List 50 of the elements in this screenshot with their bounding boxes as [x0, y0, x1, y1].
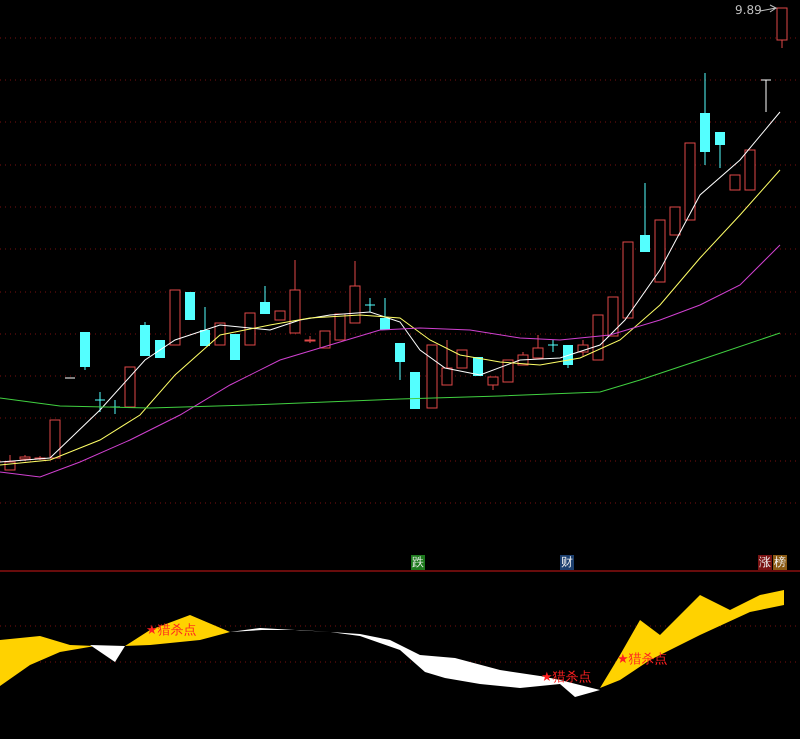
candlestick	[380, 298, 390, 330]
candlestick	[124, 366, 136, 408]
candlestick	[442, 340, 452, 386]
candlestick	[608, 296, 618, 336]
candlestick	[592, 314, 604, 360]
candlestick	[350, 260, 360, 324]
candlestick	[214, 322, 226, 346]
signal-tag: 跌	[411, 555, 425, 570]
candlestick	[640, 182, 650, 252]
candlestick	[80, 332, 90, 370]
candlestick	[532, 334, 544, 358]
candlestick	[304, 336, 316, 344]
candlestick	[395, 342, 405, 380]
candlestick	[364, 298, 376, 312]
signal-tag: 财	[560, 555, 574, 570]
candlestick	[502, 360, 514, 382]
signal-tag: 涨	[758, 555, 772, 570]
candlestick	[334, 314, 346, 340]
candlestick	[200, 306, 210, 346]
candlestick	[230, 334, 240, 360]
candlestick	[426, 344, 438, 408]
candlestick	[670, 206, 680, 236]
signal-tag: 榜	[773, 555, 787, 570]
candlestick	[50, 420, 60, 458]
candlestick	[320, 330, 330, 348]
candlestick	[410, 372, 420, 410]
candlestick	[715, 132, 725, 168]
candlestick	[34, 456, 46, 460]
candlestick	[548, 340, 558, 352]
candlestick	[488, 376, 498, 390]
leader-line	[760, 4, 778, 12]
candlestick	[4, 454, 16, 470]
candlestick	[654, 220, 666, 282]
candlestick	[140, 322, 150, 356]
candlestick	[456, 350, 468, 368]
candlestick	[185, 292, 195, 320]
candlestick	[274, 310, 286, 320]
price-label: 9.89	[735, 3, 762, 17]
candlestick	[94, 392, 106, 412]
candlestick	[563, 344, 573, 368]
candlestick	[744, 150, 756, 190]
candlestick	[170, 290, 180, 346]
candlestick	[776, 8, 788, 48]
candlestick	[155, 340, 165, 358]
candlestick	[244, 312, 256, 346]
candlestick	[578, 340, 588, 356]
candlestick	[260, 286, 270, 314]
candlestick	[20, 454, 30, 462]
candlestick	[730, 174, 740, 190]
candlestick	[760, 80, 772, 112]
